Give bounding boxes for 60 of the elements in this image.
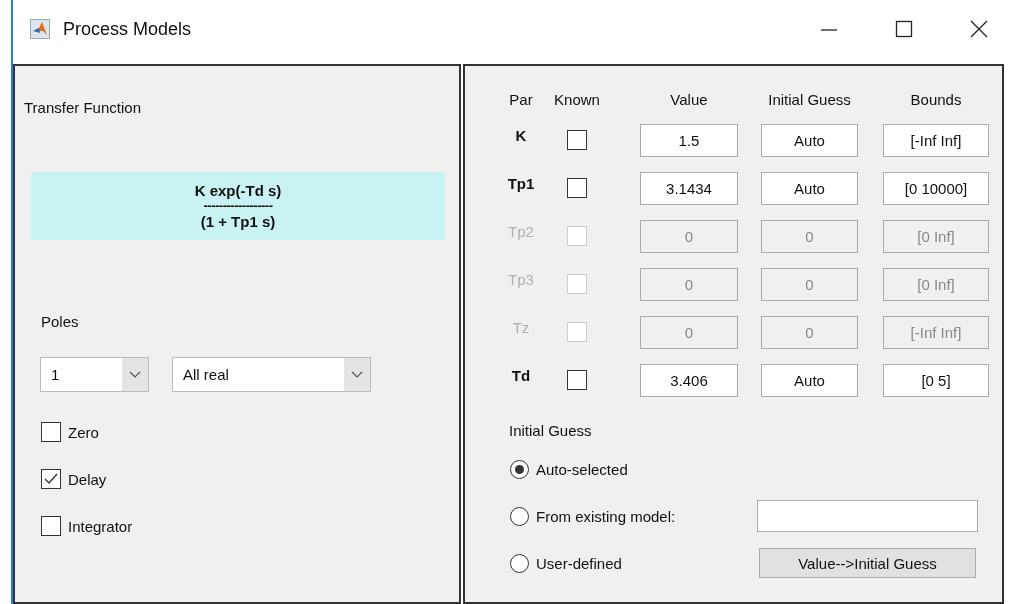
parameter-name: Tp3	[507, 270, 535, 288]
close-icon[interactable]	[970, 20, 988, 38]
bounds-field: [0 Inf]	[883, 267, 989, 301]
column-header: Par	[508, 90, 534, 108]
radio-button[interactable]	[510, 459, 529, 479]
radio-label: User-defined	[536, 554, 623, 572]
section-label: Initial Guess	[509, 422, 593, 439]
initial-guess-field: 0	[761, 267, 858, 301]
column-header: Bounds	[909, 90, 963, 108]
parameter-name: Tp2	[507, 222, 535, 240]
app-icon	[30, 19, 50, 39]
maximize-icon[interactable]	[895, 20, 913, 38]
bounds-field[interactable]: [0 5]	[883, 363, 989, 397]
chevron-icon	[344, 358, 370, 391]
checkbox[interactable]	[41, 516, 61, 536]
radio-label: From existing model:	[536, 507, 677, 525]
radio-label: Auto-selected	[536, 460, 629, 478]
formula-divider: ------------------	[203, 200, 273, 212]
initial-guess-field: 0	[761, 315, 858, 349]
initial-guess-field: 0	[761, 219, 858, 253]
value-field[interactable]: 3.406	[640, 363, 738, 397]
model-name-field[interactable]	[757, 500, 978, 532]
value-field: 0	[640, 315, 738, 349]
radio-button[interactable]	[510, 506, 529, 526]
checkbox-label: Delay	[68, 470, 107, 488]
parameter-name: Td	[510, 366, 532, 384]
value-field: 0	[640, 219, 738, 253]
column-header: Value	[669, 90, 709, 108]
checkbox[interactable]	[567, 370, 587, 390]
formula-numerator: K exp(-Td s)	[194, 181, 282, 200]
chevron-icon	[122, 358, 148, 391]
value-to-guess-button[interactable]: Value-->Initial Guess	[759, 548, 976, 578]
checkbox[interactable]	[567, 178, 587, 198]
bounds-field: [-Inf Inf]	[883, 315, 989, 349]
initial-guess-field[interactable]: Auto	[761, 123, 858, 157]
value-field: 0	[640, 267, 738, 301]
formula-denominator: (1 + Tp1 s)	[200, 212, 276, 231]
parameter-name: Tp1	[506, 174, 536, 192]
checkbox[interactable]	[567, 130, 587, 150]
initial-guess-field[interactable]: Auto	[761, 363, 858, 397]
section-label: Transfer Function	[24, 99, 142, 116]
window-title: Process Models	[63, 18, 192, 40]
parameter-name: Tz	[511, 318, 531, 336]
checkbox-label: Integrator	[68, 517, 133, 535]
section-label: Poles	[41, 313, 80, 330]
value-field[interactable]: 3.1434	[640, 171, 738, 205]
column-header: Initial Guess	[767, 90, 852, 108]
bounds-field[interactable]: [-Inf Inf]	[883, 123, 989, 157]
parameter-name: K	[514, 126, 528, 144]
bounds-field: [0 Inf]	[883, 219, 989, 253]
checkbox[interactable]	[41, 469, 61, 489]
bounds-field[interactable]: [0 10000]	[883, 171, 989, 205]
radio-button[interactable]	[510, 553, 529, 573]
value-field[interactable]: 1.5	[640, 123, 738, 157]
initial-guess-field[interactable]: Auto	[761, 171, 858, 205]
column-header: Known	[553, 90, 601, 108]
dropdown[interactable]: 1	[40, 357, 149, 392]
dropdown[interactable]: All real	[172, 357, 371, 392]
checkbox-label: Zero	[68, 423, 99, 441]
checkbox[interactable]	[41, 422, 61, 442]
